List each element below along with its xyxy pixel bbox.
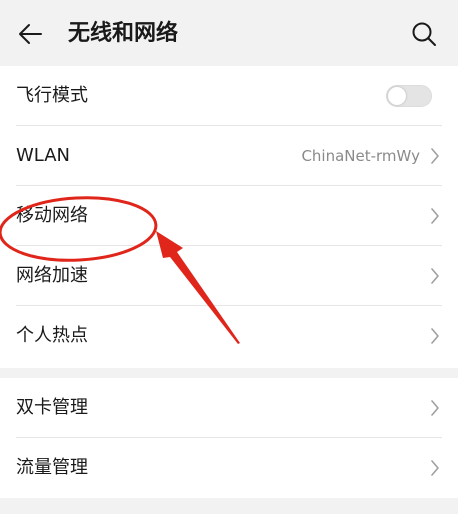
chevron-right-icon: [431, 400, 439, 416]
mobile-network-row[interactable]: 移动网络: [0, 186, 458, 246]
data-usage-label: 流量管理: [16, 457, 88, 478]
toggle-knob: [388, 87, 406, 105]
network-acceleration-label: 网络加速: [16, 265, 88, 286]
network-settings-group: 飞行模式 WLAN ChinaNet-rmWy 移动网络 网络加速 个人热点: [0, 66, 458, 368]
mobile-network-label: 移动网络: [16, 205, 88, 226]
search-icon[interactable]: [410, 20, 438, 48]
airplane-mode-label: 飞行模式: [16, 85, 88, 106]
chevron-right-icon: [431, 148, 439, 164]
chevron-right-icon: [431, 208, 439, 224]
page-title: 无线和网络: [68, 21, 179, 46]
wlan-network-name: ChinaNet-rmWy: [301, 147, 420, 165]
personal-hotspot-label: 个人热点: [16, 325, 88, 346]
airplane-mode-toggle[interactable]: [386, 85, 432, 107]
arrow-left-icon[interactable]: [16, 20, 44, 48]
data-usage-row[interactable]: 流量管理: [0, 438, 458, 498]
wlan-label: WLAN: [16, 145, 71, 166]
chevron-right-icon: [431, 328, 439, 344]
dual-sim-label: 双卡管理: [16, 397, 88, 418]
chevron-right-icon: [431, 268, 439, 284]
chevron-right-icon: [431, 460, 439, 476]
app-header: 无线和网络: [0, 0, 458, 66]
airplane-mode-row[interactable]: 飞行模式: [0, 66, 458, 126]
sim-settings-group: 双卡管理 流量管理: [0, 378, 458, 498]
personal-hotspot-row[interactable]: 个人热点: [0, 306, 458, 366]
network-acceleration-row[interactable]: 网络加速: [0, 246, 458, 306]
wlan-row[interactable]: WLAN ChinaNet-rmWy: [0, 126, 458, 186]
dual-sim-row[interactable]: 双卡管理: [0, 378, 458, 438]
